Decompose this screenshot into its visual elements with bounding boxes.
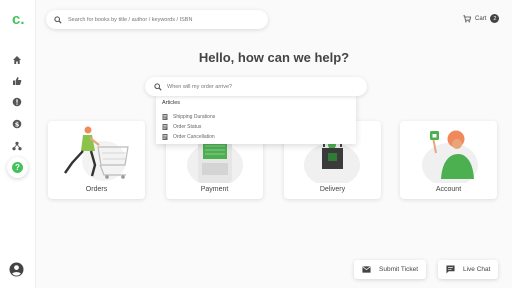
cart-count-badge: 2 <box>490 14 500 23</box>
submit-ticket-label: Submit Ticket <box>379 266 419 273</box>
submit-ticket-button[interactable]: Submit Ticket <box>354 260 427 279</box>
suggestion-label: Order Cancellation <box>173 134 215 140</box>
card-label: Account <box>435 186 462 193</box>
search-icon <box>54 15 62 24</box>
help-card-orders[interactable]: Orders <box>48 121 145 199</box>
alert-icon <box>12 97 22 107</box>
suggestion-item[interactable]: Shipping Durations <box>162 112 350 122</box>
document-icon <box>162 124 168 130</box>
document-icon <box>162 134 168 140</box>
sidebar-item-likes[interactable] <box>11 75 23 87</box>
suggestion-label: Shipping Durations <box>173 114 216 120</box>
help-search-bar[interactable] <box>145 77 367 96</box>
sidebar-item-payments[interactable]: $ <box>11 118 23 130</box>
brand-logo[interactable]: c. <box>12 11 25 28</box>
sidebar-item-home[interactable] <box>11 54 23 66</box>
thumbs-up-icon <box>13 77 22 85</box>
help-search-input[interactable] <box>167 83 347 90</box>
live-chat-button[interactable]: Live Chat <box>438 260 499 279</box>
account-circle-icon[interactable] <box>9 262 24 277</box>
cart-icon <box>463 14 471 23</box>
suggestions-title: Articles <box>162 100 181 106</box>
home-icon <box>13 56 21 64</box>
help-card-account[interactable]: Account <box>400 121 497 199</box>
orders-illustration <box>64 126 129 181</box>
page-title: Hello, how can we help? <box>198 50 350 65</box>
cart-label: Cart <box>475 15 487 22</box>
chat-icon <box>446 265 455 274</box>
live-chat-label: Live Chat <box>463 266 491 273</box>
suggestion-label: Order Status <box>173 124 202 130</box>
sidebar: c. $ ? <box>0 0 36 288</box>
suggestion-item[interactable]: Order Status <box>162 122 350 132</box>
sidebar-item-help[interactable]: ? <box>7 157 28 178</box>
catalog-search-input[interactable] <box>68 16 258 23</box>
mail-icon <box>362 266 371 273</box>
document-icon <box>162 114 168 120</box>
card-label: Delivery <box>319 186 346 193</box>
search-suggestions-dropdown: Articles Shipping Durations Order Status… <box>156 96 356 144</box>
network-icon <box>12 141 22 151</box>
card-label: Orders <box>85 186 108 193</box>
cart-button[interactable]: Cart 2 <box>463 14 500 23</box>
search-icon <box>154 82 162 91</box>
sidebar-item-network[interactable] <box>11 140 23 152</box>
suggestion-item[interactable]: Order Cancellation <box>162 132 350 142</box>
help-icon: ? <box>12 162 23 173</box>
sidebar-item-alerts[interactable] <box>11 96 23 108</box>
catalog-search-bar[interactable] <box>46 10 268 29</box>
dollar-icon: $ <box>12 119 22 129</box>
account-illustration <box>422 130 478 183</box>
card-label: Payment <box>200 186 229 193</box>
svg-text:$: $ <box>15 120 20 128</box>
